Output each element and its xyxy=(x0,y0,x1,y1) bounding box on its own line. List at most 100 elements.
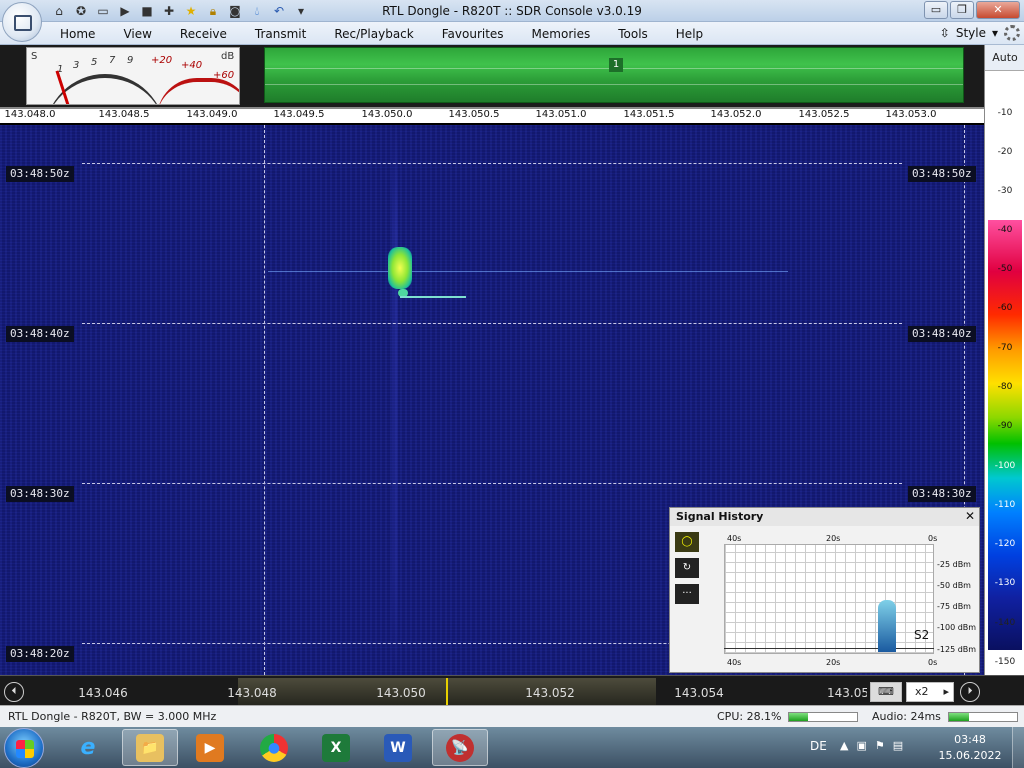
grid-icon xyxy=(14,15,32,31)
excel-icon: X xyxy=(322,733,350,762)
history-x-label-bottom: 0s xyxy=(928,658,938,667)
spectrum-area: S dB 1 3 5 7 9 +20 +40 +60 1 xyxy=(0,45,984,107)
more-options-button[interactable]: ··· xyxy=(675,584,699,604)
word-icon: W xyxy=(384,733,412,762)
tab-home[interactable]: Home xyxy=(60,27,95,41)
db-tick: -140 xyxy=(994,618,1016,628)
time-label-left: 03:48:50z xyxy=(6,166,74,182)
db-tick: -130 xyxy=(994,578,1016,588)
history-x-label-top: 40s xyxy=(727,534,742,543)
bottom-freq-label: 143.052 xyxy=(525,686,575,700)
db-tick: -40 xyxy=(997,225,1013,235)
collapse-icon[interactable]: ⇳ xyxy=(940,26,950,40)
taskbar-sdr-console[interactable]: 📡 xyxy=(432,729,488,766)
history-y-label: -125 dBm xyxy=(937,645,977,654)
db-tick: -90 xyxy=(997,421,1013,431)
bottom-freq-label: 143.056 xyxy=(827,686,867,700)
style-menu[interactable]: Style xyxy=(956,26,986,40)
grid-line-vertical xyxy=(264,125,265,675)
db-tick: -70 xyxy=(997,343,1013,353)
record-toggle-button[interactable]: ◯ xyxy=(675,532,699,552)
auto-scale-button[interactable]: Auto xyxy=(985,45,1024,71)
gear-icon[interactable] xyxy=(1004,25,1020,41)
time-label-left: 03:48:40z xyxy=(6,326,74,342)
freq-tick: 143.050.0 xyxy=(361,109,413,120)
freq-tick: 143.053.0 xyxy=(885,109,937,120)
minimize-button[interactable]: ▭ xyxy=(924,1,948,19)
panel-toolbar: ◯ ↻ ··· xyxy=(675,532,699,610)
device-icon[interactable]: ▣ xyxy=(856,739,866,752)
s-meter-scale-plus20: +20 xyxy=(151,55,173,66)
show-hidden-icons-icon[interactable]: ▲ xyxy=(840,739,848,752)
taskbar-internet-explorer[interactable]: e xyxy=(60,729,116,766)
application-menu-button[interactable] xyxy=(2,2,42,42)
cpu-status: CPU: 28.1% xyxy=(717,710,782,723)
bottom-freq-label: 143.048 xyxy=(227,686,277,700)
tab-favourites[interactable]: Favourites xyxy=(442,27,504,41)
freq-tick: 143.048.5 xyxy=(98,109,150,120)
taskbar-chrome[interactable]: ● xyxy=(246,729,302,766)
signal-peak xyxy=(878,600,896,652)
keyboard-button[interactable]: ⌨ xyxy=(870,682,902,702)
cpu-meter-fill xyxy=(789,713,809,721)
ribbon-menu: Home View Receive Transmit Rec/Playback … xyxy=(0,22,1024,45)
taskbar-media-player[interactable]: ▶ xyxy=(182,729,238,766)
grid-line-horizontal xyxy=(82,483,902,484)
close-button[interactable]: ✕ xyxy=(976,1,1020,19)
title-bar: ⌂ ✪ ▭ ▶ ■ ✚ ★ 🔒︎ ◙ 💧︎ ↶ ▾ RTL Dongle - R… xyxy=(0,0,1024,22)
tab-help[interactable]: Help xyxy=(676,27,703,41)
status-bar: RTL Dongle - R820T, BW = 3.000 MHz CPU: … xyxy=(0,705,1024,727)
grid-line-horizontal xyxy=(82,323,902,324)
taskbar-explorer[interactable]: 📁 xyxy=(122,729,178,766)
freq-tick: 143.051.0 xyxy=(535,109,587,120)
signal-history-graph xyxy=(724,544,934,654)
show-desktop-button[interactable] xyxy=(1012,727,1024,768)
tab-transmit[interactable]: Transmit xyxy=(255,27,306,41)
s-meter-db-label: dB xyxy=(221,51,235,62)
tab-rec-playback[interactable]: Rec/Playback xyxy=(334,27,413,41)
refresh-button[interactable]: ↻ xyxy=(675,558,699,578)
tab-receive[interactable]: Receive xyxy=(180,27,227,41)
tab-memories[interactable]: Memories xyxy=(532,27,591,41)
frequency-scroll-bar[interactable]: ⏴ 143.046 143.048 143.050 143.052 143.05… xyxy=(0,675,1024,705)
audio-meter-fill xyxy=(949,713,970,721)
taskbar-excel[interactable]: X xyxy=(308,729,364,766)
internet-explorer-icon: e xyxy=(80,734,96,760)
s-meter-scale-3: 3 xyxy=(73,60,80,71)
signal-burst xyxy=(388,247,412,289)
freq-tick: 143.052.5 xyxy=(798,109,850,120)
history-y-label: -100 dBm xyxy=(937,623,977,632)
scroll-left-button[interactable]: ⏴ xyxy=(4,682,24,702)
scroll-right-button[interactable]: ⏵ xyxy=(960,682,980,702)
s-meter-scale-7: 7 xyxy=(109,55,116,66)
vfo-marker[interactable]: 1 xyxy=(609,58,623,72)
system-clock[interactable]: 03:48 15.06.2022 xyxy=(935,732,1005,764)
s-meter-scale-9: 9 xyxy=(127,55,134,66)
windows-taskbar: e 📁 ▶ ● X W 📡 DE ▲ ▣ ⚑ ▤ 03:48 15.06.202… xyxy=(0,727,1024,768)
grid-line-horizontal xyxy=(82,163,902,164)
spectrum-display[interactable]: 1 xyxy=(264,47,964,103)
chevron-down-icon[interactable]: ▾ xyxy=(992,26,998,40)
window-title: RTL Dongle - R820T :: SDR Console v3.0.1… xyxy=(382,4,642,18)
tab-view[interactable]: View xyxy=(123,27,151,41)
tab-tools[interactable]: Tools xyxy=(618,27,648,41)
zoom-select[interactable]: x2 ▸ xyxy=(906,682,954,702)
frequency-ruler[interactable]: 143.048.0 143.048.5 143.049.0 143.049.5 … xyxy=(0,107,984,125)
start-button[interactable] xyxy=(4,728,44,768)
history-y-label: -75 dBm xyxy=(937,602,971,611)
network-icon[interactable]: ▤ xyxy=(893,739,903,752)
time-label-left: 03:48:30z xyxy=(6,486,74,502)
s-reading: S2 xyxy=(914,628,930,642)
flag-icon[interactable]: ⚑ xyxy=(875,739,885,752)
db-tick: -100 xyxy=(994,461,1016,471)
maximize-button[interactable]: ❐ xyxy=(950,1,974,19)
time-label-left: 03:48:20z xyxy=(6,646,74,662)
history-x-label-bottom: 20s xyxy=(826,658,841,667)
language-indicator[interactable]: DE xyxy=(810,739,827,753)
folder-icon: 📁 xyxy=(136,733,164,762)
taskbar-word[interactable]: W xyxy=(370,729,426,766)
db-tick: -30 xyxy=(997,186,1013,196)
bottom-freq-label: 143.054 xyxy=(674,686,724,700)
panel-close-icon[interactable]: ✕ xyxy=(965,509,975,523)
sdr-console-window: ⌂ ✪ ▭ ▶ ■ ✚ ★ 🔒︎ ◙ 💧︎ ↶ ▾ RTL Dongle - R… xyxy=(0,0,1024,768)
